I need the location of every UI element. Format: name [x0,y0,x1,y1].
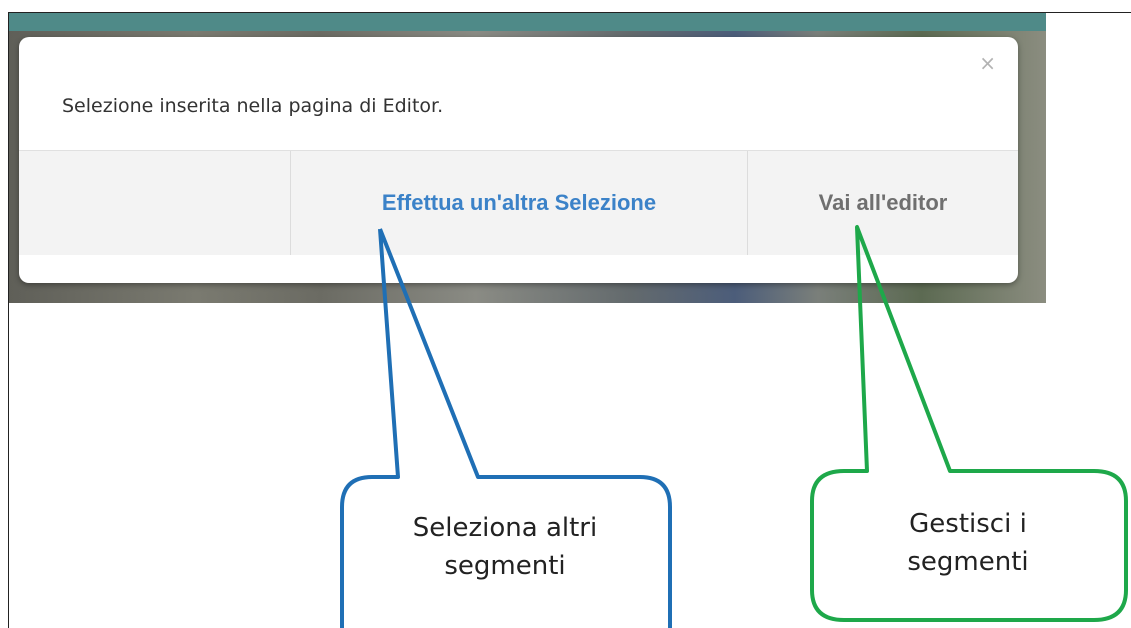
green-callout-line2: segmenti [907,547,1029,577]
blue-callout-text: Seleziona altri segmenti [345,509,665,585]
green-callout-line1: Gestisci i [909,509,1027,539]
blue-callout-line1: Seleziona altri [412,513,598,543]
green-callout-text: Gestisci i segmenti [812,505,1124,581]
blue-callout-line2: segmenti [444,551,566,581]
